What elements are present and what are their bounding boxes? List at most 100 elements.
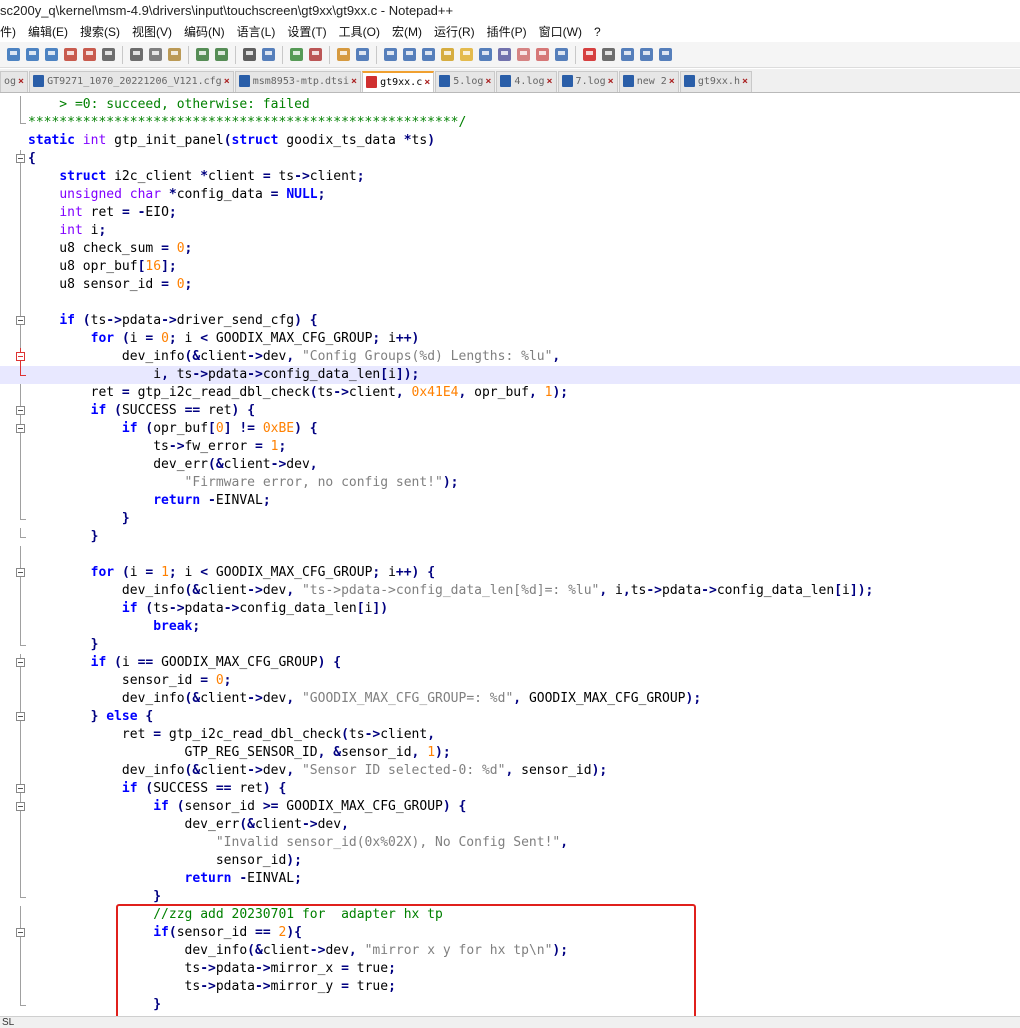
tab-file[interactable]: gt9xx.c × [362, 71, 435, 92]
code-line[interactable]: int ret = -EIO; [0, 204, 1020, 222]
code-line[interactable]: u8 opr_buf[16]; [0, 258, 1020, 276]
code-line[interactable]: > =0: succeed, otherwise: failed [0, 96, 1020, 114]
copy-icon[interactable] [147, 46, 164, 63]
open-icon[interactable] [5, 46, 22, 63]
code-line[interactable]: sensor_id = 0; [0, 672, 1020, 690]
tab-close-icon[interactable]: × [424, 73, 430, 92]
menu-item[interactable]: 件) [0, 22, 22, 42]
code-line[interactable]: dev_info(&client->dev, "Config Groups(%d… [0, 348, 1020, 366]
fold-toggle-icon[interactable] [16, 658, 25, 667]
fold-margin[interactable] [0, 798, 28, 816]
doc-map-icon[interactable] [458, 46, 475, 63]
fold-margin[interactable] [0, 564, 28, 582]
code-line[interactable]: ts->fw_error = 1; [0, 438, 1020, 456]
code-line[interactable]: if (SUCCESS == ret) { [0, 402, 1020, 420]
code-line[interactable]: dev_err(&client->dev, [0, 456, 1020, 474]
code-editor[interactable]: > =0: succeed, otherwise: failed ********… [0, 94, 1020, 1016]
fold-toggle-icon[interactable] [16, 424, 25, 433]
code-line[interactable]: return -EINVAL; [0, 870, 1020, 888]
code-line[interactable]: break; [0, 618, 1020, 636]
code-line[interactable]: dev_info(&client->dev, "ts->pdata->confi… [0, 582, 1020, 600]
menu-item[interactable]: 窗口(W) [533, 22, 588, 42]
code-line[interactable]: ****************************************… [0, 114, 1020, 132]
fold-toggle-icon[interactable] [16, 154, 25, 163]
tab-file[interactable]: og × [0, 71, 29, 92]
save-macro-icon[interactable] [657, 46, 674, 63]
tab-file[interactable]: gt9xx.h × [679, 71, 753, 92]
code-line[interactable]: { [0, 150, 1020, 168]
fold-toggle-icon[interactable] [16, 406, 25, 415]
tab-file[interactable]: 5.log × [435, 71, 496, 92]
tab-file[interactable]: 7.log × [557, 71, 618, 92]
code-line[interactable] [0, 546, 1020, 564]
fold-margin[interactable] [0, 420, 28, 438]
code-line[interactable]: struct i2c_client *client = ts->client; [0, 168, 1020, 186]
code-line[interactable]: return -EINVAL; [0, 492, 1020, 510]
fold-toggle-icon[interactable] [16, 928, 25, 937]
find-icon[interactable] [241, 46, 258, 63]
replace-icon[interactable] [260, 46, 277, 63]
code-line[interactable]: } [0, 528, 1020, 546]
redo-icon[interactable] [213, 46, 230, 63]
udl-icon[interactable] [439, 46, 456, 63]
fold-margin[interactable] [0, 924, 28, 942]
fold-toggle-icon[interactable] [16, 316, 25, 325]
menu-item[interactable]: 搜索(S) [74, 22, 126, 42]
play-multi-macro-icon[interactable] [638, 46, 655, 63]
code-line[interactable]: if (i == GOODIX_MAX_CFG_GROUP) { [0, 654, 1020, 672]
code-line[interactable]: static int gtp_init_panel(struct goodix_… [0, 132, 1020, 150]
code-line[interactable]: } [0, 636, 1020, 654]
code-line[interactable]: } [0, 510, 1020, 528]
fold-margin[interactable] [0, 402, 28, 420]
close-all-icon[interactable] [81, 46, 98, 63]
record-macro-icon[interactable] [581, 46, 598, 63]
code-line[interactable]: if (sensor_id >= GOODIX_MAX_CFG_GROUP) { [0, 798, 1020, 816]
save-icon[interactable] [24, 46, 41, 63]
undo-icon[interactable] [194, 46, 211, 63]
code-line[interactable]: sensor_id); [0, 852, 1020, 870]
fold-margin[interactable] [0, 654, 28, 672]
code-line[interactable]: if (ts->pdata->driver_send_cfg) { [0, 312, 1020, 330]
code-line[interactable]: for (i = 0; i < GOODIX_MAX_CFG_GROUP; i+… [0, 330, 1020, 348]
func-list-icon[interactable] [496, 46, 513, 63]
sync-v-icon[interactable] [335, 46, 352, 63]
code-line[interactable]: if (ts->pdata->config_data_len[i]) [0, 600, 1020, 618]
menu-item[interactable]: 运行(R) [428, 22, 481, 42]
paste-icon[interactable] [166, 46, 183, 63]
tab-file[interactable]: 4.log × [496, 71, 557, 92]
code-line[interactable]: if (opr_buf[0] != 0xBE) { [0, 420, 1020, 438]
tab-close-icon[interactable]: × [485, 72, 491, 92]
code-line[interactable]: unsigned char *config_data = NULL; [0, 186, 1020, 204]
cut-icon[interactable] [128, 46, 145, 63]
code-line[interactable]: int i; [0, 222, 1020, 240]
menu-item[interactable]: 工具(O) [333, 22, 386, 42]
save-all-icon[interactable] [43, 46, 60, 63]
menu-item[interactable]: 插件(P) [481, 22, 533, 42]
code-line[interactable]: ret = gtp_i2c_read_dbl_check(ts->client,… [0, 384, 1020, 402]
tab-file[interactable]: new 2 × [618, 71, 679, 92]
fold-margin[interactable] [0, 348, 28, 366]
tab-close-icon[interactable]: × [669, 72, 675, 92]
code-line[interactable]: if (SUCCESS == ret) { [0, 780, 1020, 798]
tab-file[interactable]: msm8953-mtp.dtsi × [234, 71, 362, 92]
fold-toggle-icon[interactable] [16, 568, 25, 577]
show-all-chars-icon[interactable] [401, 46, 418, 63]
play-macro-icon[interactable] [619, 46, 636, 63]
code-line[interactable]: ret = gtp_i2c_read_dbl_check(ts->client, [0, 726, 1020, 744]
fold-toggle-icon[interactable] [16, 784, 25, 793]
code-line[interactable]: dev_info(&client->dev, "GOODIX_MAX_CFG_G… [0, 690, 1020, 708]
fold-margin[interactable] [0, 312, 28, 330]
word-wrap-icon[interactable] [382, 46, 399, 63]
fold-toggle-icon[interactable] [16, 712, 25, 721]
fold-margin[interactable] [0, 150, 28, 168]
stop-macro-icon[interactable] [600, 46, 617, 63]
menu-item[interactable]: 视图(V) [126, 22, 178, 42]
code-line[interactable]: u8 sensor_id = 0; [0, 276, 1020, 294]
print-icon[interactable] [100, 46, 117, 63]
monitor-icon[interactable] [534, 46, 551, 63]
menu-item[interactable]: 编码(N) [178, 22, 231, 42]
menu-item[interactable]: ? [588, 22, 607, 42]
zoom-out-icon[interactable] [307, 46, 324, 63]
tab-close-icon[interactable]: × [224, 72, 230, 92]
sync-h-icon[interactable] [354, 46, 371, 63]
